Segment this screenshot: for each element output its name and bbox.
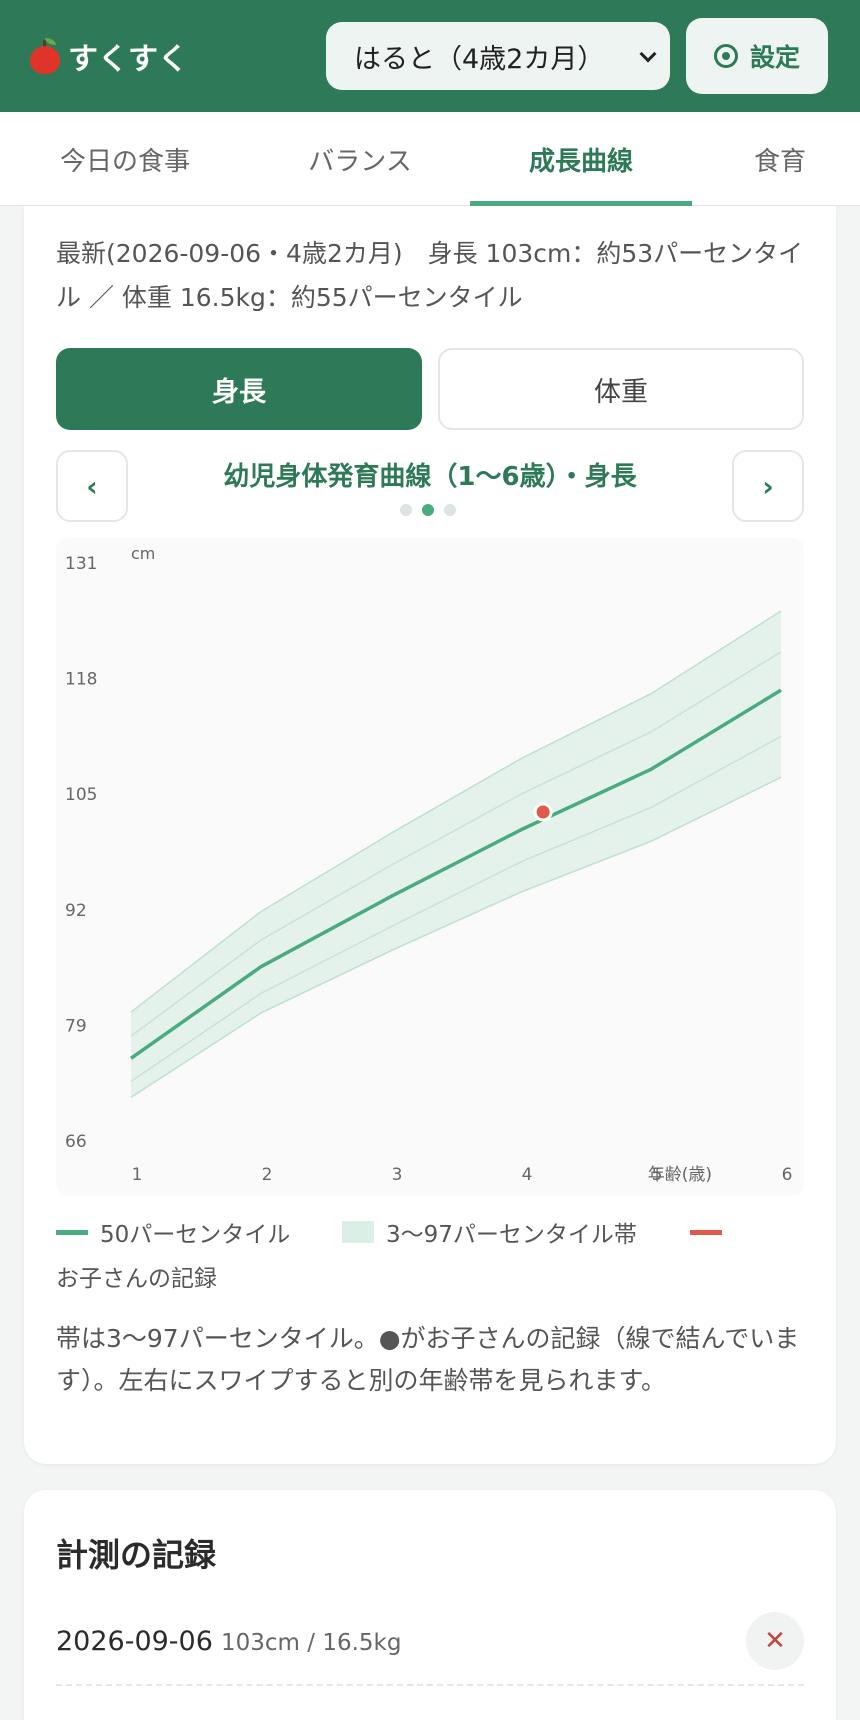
- percentile-band: [131, 611, 781, 1098]
- legend-band: 3〜97パーセンタイル帯: [342, 1210, 637, 1254]
- weight-toggle-button[interactable]: 体重: [438, 348, 804, 430]
- prev-chart-button[interactable]: ‹: [56, 450, 128, 522]
- record-point: [533, 802, 553, 822]
- tab-meals[interactable]: 今日の食事: [30, 112, 220, 206]
- child-select-value: はると（4歳2カ月）: [354, 43, 605, 75]
- y-tick-label: 79: [65, 1016, 87, 1036]
- legend-band-swatch: [342, 1221, 374, 1243]
- tab-balance[interactable]: バランス: [260, 112, 460, 206]
- legend-record-swatch: [690, 1210, 734, 1254]
- tab-food-education[interactable]: 食育: [730, 112, 830, 206]
- records-title: 計測の記録: [56, 1536, 217, 1574]
- x-axis-label: 年齢(歳): [648, 1165, 712, 1185]
- x-tick-label: 1: [132, 1165, 143, 1185]
- top-app-bar: すくすく はると（4歳2カ月） 設定: [0, 0, 860, 112]
- close-icon: ✕: [764, 1626, 786, 1656]
- chart-note: 帯は3〜97パーセンタイル。●がお子さんの記録（線で結んでいます）。左右にスワイ…: [56, 1324, 800, 1395]
- growth-chart-svg: 6679921051181311 2 3 4 5 6cm年齢(歳): [65, 544, 793, 1185]
- legend-record: お子さんの記録: [56, 1266, 217, 1292]
- delete-record-button[interactable]: ✕: [746, 1612, 804, 1670]
- settings-button[interactable]: 設定: [686, 18, 828, 94]
- pager-dot[interactable]: [444, 504, 456, 516]
- y-tick-label: 66: [65, 1132, 87, 1152]
- y-tick-label: 105: [65, 785, 97, 805]
- height-toggle-button[interactable]: 身長: [56, 348, 422, 430]
- settings-label: 設定: [749, 43, 800, 72]
- legend-median: 50パーセンタイル: [56, 1210, 290, 1254]
- gear-icon: [713, 44, 738, 68]
- y-tick-label: 131: [65, 554, 97, 574]
- chart-title: 幼児身体発育曲線（1〜6歳）・身長: [223, 462, 637, 492]
- record-values: 103cm / 16.5kg: [221, 1630, 402, 1656]
- app-logo: すくすく: [28, 30, 188, 82]
- record-date: 2026-09-06: [56, 1626, 213, 1657]
- main-tabs: 今日の食事 バランス 成長曲線 食育: [0, 112, 860, 206]
- x-tick-label: 4: [522, 1165, 533, 1185]
- apple-icon: [28, 38, 62, 74]
- x-tick-label: 2: [262, 1165, 273, 1185]
- pager-dot-active[interactable]: [422, 504, 434, 516]
- chart-pager-dots: [400, 504, 456, 516]
- y-axis-label: cm: [131, 544, 155, 563]
- record-row: 2026-09-06 103cm / 16.5kg ✕: [56, 1604, 804, 1686]
- tab-growth-curve[interactable]: 成長曲線: [470, 112, 692, 206]
- chart-legend: 50パーセンタイル 3〜97パーセンタイル帯 お子さんの記録: [56, 1210, 816, 1292]
- chevron-down-icon: [639, 45, 657, 63]
- child-select[interactable]: はると（4歳2カ月）: [326, 22, 670, 90]
- latest-measurement-summary: 最新(2026-09-06・4歳2カ月) 身長 103cm：約53パーセンタイル…: [56, 239, 804, 312]
- y-tick-label: 118: [65, 670, 97, 690]
- legend-median-swatch: [56, 1229, 88, 1235]
- x-tick-label: 3: [392, 1165, 403, 1185]
- app-name: すくすく: [68, 42, 188, 77]
- pager-dot[interactable]: [400, 504, 412, 516]
- growth-chart: 66 79 92 105 118 131 1 2 3 4 5 6 cm 年齢(歳): [56, 538, 804, 1196]
- x-tick-label: 6: [782, 1165, 793, 1185]
- y-tick-label: 92: [65, 901, 87, 921]
- next-chart-button[interactable]: ›: [732, 450, 804, 522]
